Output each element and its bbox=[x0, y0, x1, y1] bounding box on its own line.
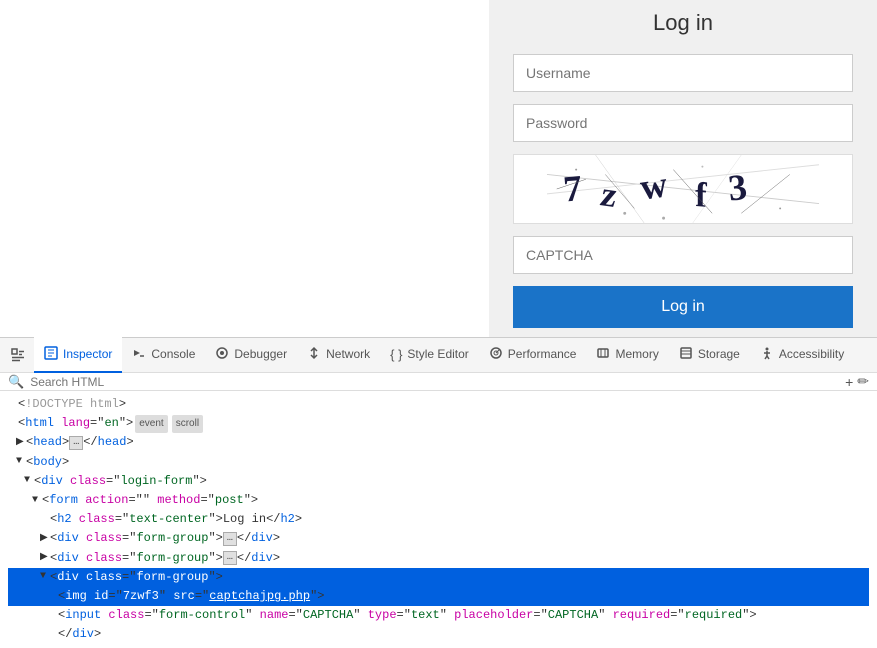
console-icon bbox=[132, 346, 146, 363]
screenshot-button[interactable]: ✏ bbox=[857, 373, 869, 390]
search-actions: + ✏ bbox=[845, 373, 869, 390]
accessibility-icon bbox=[760, 346, 774, 363]
search-icon: 🔍 bbox=[8, 374, 24, 390]
storage-icon bbox=[679, 346, 693, 363]
html-tree: <!DOCTYPE html> <html lang="en"> event s… bbox=[0, 391, 877, 648]
password-input[interactable] bbox=[513, 104, 853, 142]
preview-right: Log in 7 z w f 3 bbox=[489, 0, 877, 337]
tree-line-img: <img id="7zwf3" src="captchajpg.php"> bbox=[8, 587, 869, 606]
tree-line-form-group-2[interactable]: ▶ <div class="form-group"> … </div> bbox=[8, 549, 869, 568]
tab-network[interactable]: Network bbox=[297, 337, 380, 373]
tab-storage-label: Storage bbox=[698, 347, 740, 361]
captcha-input[interactable] bbox=[513, 236, 853, 274]
style-editor-icon: { } bbox=[390, 347, 402, 362]
search-input[interactable] bbox=[30, 375, 845, 389]
login-title: Log in bbox=[513, 10, 853, 36]
devtools-panel: Inspector Console Debugger Network { } S… bbox=[0, 337, 877, 607]
inspector-icon bbox=[44, 346, 58, 363]
login-button[interactable]: Log in bbox=[513, 286, 853, 328]
tree-line-input-captcha: <input class="form-control" name="CAPTCH… bbox=[8, 606, 869, 625]
svg-text:7: 7 bbox=[562, 167, 584, 209]
preview-left bbox=[0, 0, 489, 337]
tab-console[interactable]: Console bbox=[122, 337, 205, 373]
tree-line-html: <html lang="en"> event scroll bbox=[8, 414, 869, 433]
tab-accessibility-label: Accessibility bbox=[779, 347, 844, 361]
memory-icon bbox=[596, 346, 610, 363]
tree-line-h2: <h2 class="text-center"> Log in </h2> bbox=[8, 510, 869, 529]
login-card: Log in 7 z w f 3 bbox=[513, 10, 853, 328]
tree-line-form: ▼ <form action="" method="post"> bbox=[8, 491, 869, 510]
debugger-icon bbox=[215, 346, 229, 363]
tab-console-label: Console bbox=[151, 347, 195, 361]
tab-debugger[interactable]: Debugger bbox=[205, 337, 297, 373]
event-badge[interactable]: event bbox=[135, 415, 167, 433]
element-picker-button[interactable] bbox=[4, 341, 32, 369]
tab-network-label: Network bbox=[326, 347, 370, 361]
tree-line-login-form: ▼ <div class="login-form"> bbox=[8, 472, 869, 491]
captcha-image: 7 z w f 3 bbox=[513, 154, 853, 224]
tab-storage[interactable]: Storage bbox=[669, 337, 750, 373]
add-node-button[interactable]: + bbox=[845, 373, 853, 390]
tree-line-head[interactable]: ▶ <head> … </head> bbox=[8, 433, 869, 452]
network-icon bbox=[307, 346, 321, 363]
scroll-badge[interactable]: scroll bbox=[172, 415, 203, 433]
username-input[interactable] bbox=[513, 54, 853, 92]
tab-inspector[interactable]: Inspector bbox=[34, 337, 122, 373]
tab-style-editor[interactable]: { } Style Editor bbox=[380, 337, 479, 373]
tab-style-editor-label: Style Editor bbox=[407, 347, 468, 361]
tab-inspector-label: Inspector bbox=[63, 347, 112, 361]
tab-accessibility[interactable]: Accessibility bbox=[750, 337, 854, 373]
performance-icon bbox=[489, 346, 503, 363]
html-search-bar: 🔍 + ✏ bbox=[0, 373, 877, 391]
tab-performance-label: Performance bbox=[508, 347, 577, 361]
tree-line-doctype: <!DOCTYPE html> bbox=[8, 395, 869, 414]
tree-line-form-group-1[interactable]: ▶ <div class="form-group"> … </div> bbox=[8, 529, 869, 548]
tree-line-form-group-3[interactable]: ▼ <div class="form-group"> bbox=[8, 568, 869, 587]
tree-line-close-div: </div> bbox=[8, 625, 869, 644]
devtools-toolbar: Inspector Console Debugger Network { } S… bbox=[0, 337, 877, 373]
tree-line-body: ▼ <body> bbox=[8, 453, 869, 472]
tab-memory[interactable]: Memory bbox=[586, 337, 668, 373]
preview-area: Log in 7 z w f 3 bbox=[0, 0, 877, 337]
svg-text:f: f bbox=[695, 174, 707, 214]
tab-debugger-label: Debugger bbox=[234, 347, 287, 361]
tab-memory-label: Memory bbox=[615, 347, 658, 361]
tab-performance[interactable]: Performance bbox=[479, 337, 587, 373]
